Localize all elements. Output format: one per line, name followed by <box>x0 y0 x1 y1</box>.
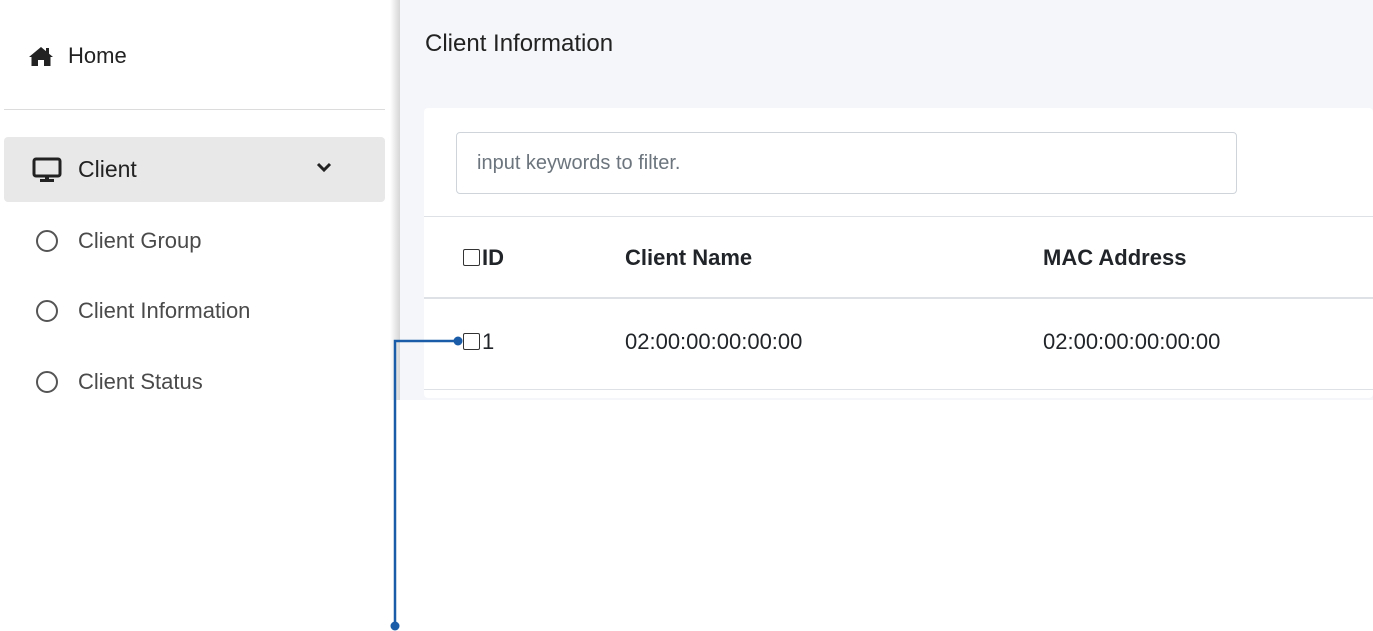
sidebar-item-label: Client Group <box>78 228 202 253</box>
sidebar-divider <box>4 109 385 110</box>
sidebar-item-client[interactable]: Client <box>4 137 385 202</box>
filter-input[interactable] <box>456 132 1237 194</box>
id-column-label: ID <box>482 245 504 270</box>
circle-icon <box>36 371 58 393</box>
id-column-header: ID <box>463 245 504 271</box>
client-name-column-header[interactable]: Client Name <box>625 245 752 271</box>
row-client-name-cell: 02:00:00:00:00:00 <box>625 329 803 354</box>
chevron-down-icon <box>316 159 332 175</box>
sidebar-shadow <box>390 0 400 400</box>
select-all-checkbox[interactable] <box>463 249 480 266</box>
sidebar-item-home-label: Home <box>68 43 127 68</box>
circle-icon <box>36 230 58 252</box>
row-id-cell: 1 <box>463 329 494 355</box>
row-checkbox[interactable] <box>463 333 480 350</box>
home-icon <box>28 45 54 67</box>
sidebar-item-client-label: Client <box>78 156 137 182</box>
mac-address-column-header[interactable]: MAC Address <box>1043 245 1186 271</box>
sidebar-item-client-status[interactable]: Client Status <box>36 364 203 400</box>
row-mac-cell: 02:00:00:00:00:00 <box>1043 329 1221 354</box>
sidebar: Home Client Client Group Client Informat… <box>0 0 398 400</box>
table-divider-top <box>424 216 1373 217</box>
circle-icon <box>36 300 58 322</box>
table-header-divider <box>424 297 1373 299</box>
sidebar-item-home[interactable]: Home <box>28 36 127 76</box>
table-row-divider <box>424 389 1373 390</box>
sidebar-item-client-information[interactable]: Client Information <box>36 293 250 329</box>
row-id-value: 1 <box>482 329 495 354</box>
sidebar-item-label: Client Information <box>78 298 251 323</box>
annotation-anchor-dot <box>390 621 400 631</box>
sidebar-item-label: Client Status <box>78 369 203 394</box>
monitor-icon <box>32 157 64 183</box>
page-title: Client Information <box>425 30 614 57</box>
sidebar-item-client-group[interactable]: Client Group <box>36 223 202 259</box>
